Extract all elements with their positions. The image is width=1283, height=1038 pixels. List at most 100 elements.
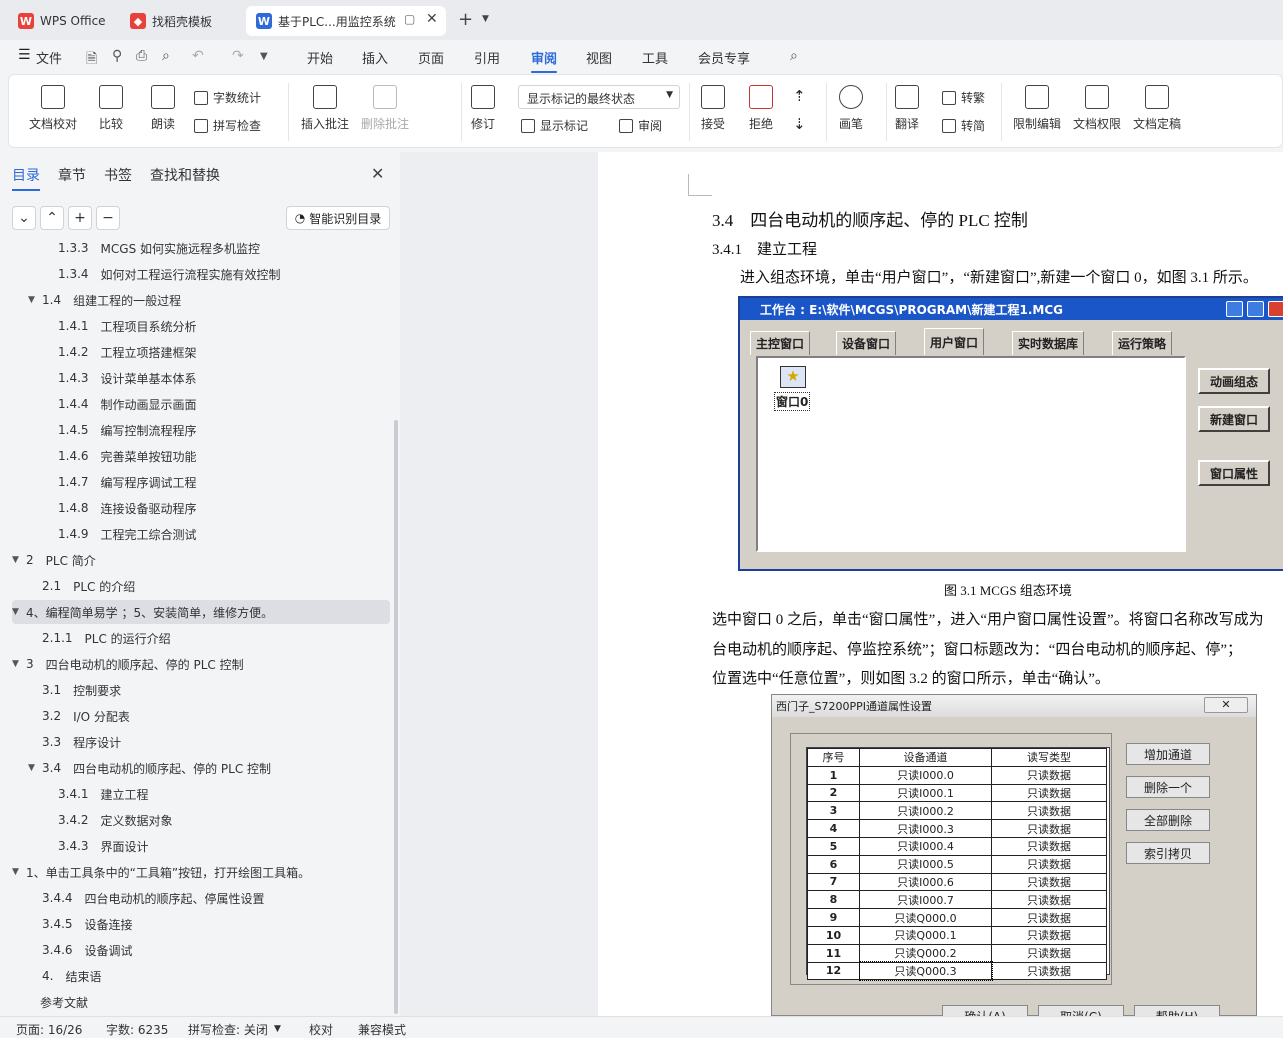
to-simplified-button[interactable]: 转简 xyxy=(942,117,985,134)
doc-finalize-button[interactable]: 文档定稿 xyxy=(1133,85,1181,132)
toc-item[interactable]: 3.3 程序设计 xyxy=(12,730,390,754)
toc-item[interactable]: 3.2 I/O 分配表 xyxy=(12,704,390,728)
toc-item[interactable]: 3.4.3 界面设计 xyxy=(12,834,390,858)
to-traditional-button[interactable]: 转繁 xyxy=(942,89,985,106)
nav-tab-toc[interactable]: 目录 xyxy=(12,165,40,191)
toc-item[interactable]: ▼ 2 PLC 简介 xyxy=(12,548,390,572)
add-heading-icon[interactable]: + xyxy=(68,206,92,230)
toc-item[interactable]: ▼ 3.4 四台电动机的顺序起、停的 PLC 控制 xyxy=(12,756,390,780)
pen-button[interactable]: 画笔 xyxy=(839,85,863,132)
toc-item[interactable]: ▼ 3 四台电动机的顺序起、停的 PLC 控制 xyxy=(12,652,390,676)
chevron-down-icon[interactable]: ▼ xyxy=(274,1024,281,1034)
toc-expand-icon[interactable]: ▼ xyxy=(12,607,26,617)
print-preview-icon[interactable]: ⌕ xyxy=(162,48,170,64)
redo-icon[interactable]: ↷ xyxy=(232,48,244,64)
toc-item[interactable]: 1.4.2 工程立项搭建框架 xyxy=(12,340,390,364)
restrict-edit-button[interactable]: 限制编辑 xyxy=(1013,85,1061,132)
smart-toc-button[interactable]: ◔ 智能识别目录 xyxy=(286,206,390,230)
menu-review[interactable]: 审阅 xyxy=(531,48,558,73)
tab-docer[interactable]: ◆ 找稻壳模板 xyxy=(120,6,240,36)
save-icon[interactable]: 🗎 xyxy=(86,48,97,72)
menu-page[interactable]: 页面 xyxy=(418,48,444,67)
toc-item[interactable]: 3.4.1 建立工程 xyxy=(12,782,390,806)
close-pane-icon[interactable]: ✕ xyxy=(371,164,384,183)
proofread-status[interactable]: 校对 xyxy=(309,1021,333,1038)
toc-item[interactable]: 4. 结束语 xyxy=(12,964,390,988)
toc-item[interactable]: 1.4.1 工程项目系统分析 xyxy=(12,314,390,338)
toc-item[interactable]: ▼ 1.4 组建工程的一般过程 xyxy=(12,288,390,312)
more-chevron-icon[interactable]: ▼ xyxy=(260,51,268,62)
insert-comment-button[interactable]: 插入批注 xyxy=(301,85,349,132)
menu-view[interactable]: 视图 xyxy=(586,48,612,67)
menu-member[interactable]: 会员专享 xyxy=(698,48,750,67)
menu-reference[interactable]: 引用 xyxy=(474,48,500,67)
chevron-down-icon[interactable]: ▼ xyxy=(482,14,489,24)
nav-tab-find-replace[interactable]: 查找和替换 xyxy=(150,165,220,185)
next-change-icon[interactable]: ⇣ xyxy=(793,115,806,133)
toc-item[interactable]: 1.4.7 编写程序调试工程 xyxy=(12,470,390,494)
toc-scrollbar[interactable] xyxy=(394,420,398,1014)
menu-insert[interactable]: 插入 xyxy=(362,48,388,67)
toc-item[interactable]: 3.4.5 设备连接 xyxy=(12,912,390,936)
hamburger-icon[interactable]: ☰ xyxy=(18,47,31,63)
search-icon[interactable]: ⌕ xyxy=(790,48,798,64)
restore-icon[interactable]: ▢ xyxy=(404,12,415,26)
nav-tab-bookmark[interactable]: 书签 xyxy=(104,165,132,185)
toc-item[interactable]: 1.3.3 MCGS 如何实施远程多机监控 xyxy=(12,236,390,260)
toc-item[interactable]: 1.4.5 编写控制流程程序 xyxy=(12,418,390,442)
toc-expand-icon[interactable]: ▼ xyxy=(12,867,26,877)
tab-document[interactable]: W 基于PLC...用监控系统 ▢ ✕ xyxy=(246,6,446,36)
tab-wps-office[interactable]: W WPS Office xyxy=(8,6,116,36)
spell-check-status[interactable]: 拼写检查: 关闭 xyxy=(188,1021,268,1038)
toc-item[interactable]: 3.4.6 设备调试 xyxy=(12,938,390,962)
word-count-button[interactable]: 字数统计 xyxy=(194,89,261,106)
collapse-icon[interactable]: ⌄ xyxy=(12,206,36,230)
toc-item[interactable]: 2.1.1 PLC 的运行介绍 xyxy=(12,626,390,650)
revise-button[interactable]: 修订 xyxy=(471,85,495,132)
undo-icon[interactable]: ↶ xyxy=(192,48,204,64)
toc-item[interactable]: 3.4.2 定义数据对象 xyxy=(12,808,390,832)
toc-item[interactable]: ▼ 1、单击工具条中的“工具箱”按钮，打开绘图工具箱。 xyxy=(12,860,390,884)
delete-comment-button[interactable]: 删除批注 xyxy=(361,85,409,132)
document-page[interactable]: 3.4 四台电动机的顺序起、停的 PLC 控制 3.4.1 建立工程 进入组态环… xyxy=(598,152,1283,1016)
read-aloud-button[interactable]: 朗读 xyxy=(151,85,175,132)
doc-permission-button[interactable]: 文档权限 xyxy=(1073,85,1121,132)
expand-up-icon[interactable]: ⌃ xyxy=(40,206,64,230)
toc-item[interactable]: 参考文献 xyxy=(12,990,390,1014)
previous-change-icon[interactable]: ⇡ xyxy=(793,87,806,105)
toc-expand-icon[interactable]: ▼ xyxy=(12,659,26,669)
toc-expand-icon[interactable]: ▼ xyxy=(28,295,42,305)
toc-item[interactable]: 1.4.9 工程完工综合测试 xyxy=(12,522,390,546)
menu-file[interactable]: 文件 xyxy=(36,48,62,67)
toc-item[interactable]: 1.4.6 完善菜单按钮功能 xyxy=(12,444,390,468)
toc-item[interactable]: 1.4.4 制作动画显示画面 xyxy=(12,392,390,416)
toc-item[interactable]: 2.1 PLC 的介绍 xyxy=(12,574,390,598)
translate-button[interactable]: 翻译 xyxy=(895,85,919,132)
accept-button[interactable]: 接受 xyxy=(701,85,725,132)
new-tab-icon[interactable]: + xyxy=(458,9,473,30)
toc-expand-icon[interactable]: ▼ xyxy=(28,763,42,773)
toc-item[interactable]: ▼ 4、编程简单易学 ；5、安装简单，维修方便。 xyxy=(12,600,390,624)
show-markup-button[interactable]: 显示标记 xyxy=(521,117,588,134)
word-count[interactable]: 字数: 6235 xyxy=(106,1021,168,1038)
toc-expand-icon[interactable]: ▼ xyxy=(12,555,26,565)
toc-item[interactable]: 1.4.3 设计菜单基本体系 xyxy=(12,366,390,390)
markup-dropdown[interactable]: 显示标记的最终状态 ▼ xyxy=(518,85,680,109)
review-pane-button[interactable]: 审阅 xyxy=(619,117,662,134)
remove-heading-icon[interactable]: − xyxy=(96,206,120,230)
toc-item[interactable]: 3.4.4 四台电动机的顺序起、停属性设置 xyxy=(12,886,390,910)
toc-item[interactable]: 3.1 控制要求 xyxy=(12,678,390,702)
compare-button[interactable]: 比较 xyxy=(99,85,123,132)
nav-tab-chapter[interactable]: 章节 xyxy=(58,165,86,185)
toc-item[interactable]: 1.4.8 连接设备驱动程序 xyxy=(12,496,390,520)
reject-button[interactable]: 拒绝 xyxy=(749,85,773,132)
close-tab-icon[interactable]: ✕ xyxy=(426,11,438,27)
doc-check-button[interactable]: 文档校对 xyxy=(29,85,77,132)
page-count[interactable]: 页面: 16/26 xyxy=(16,1021,82,1038)
link-icon[interactable]: ⚲ xyxy=(112,48,122,64)
print-icon[interactable]: ⎙ xyxy=(136,48,147,64)
spell-check-button[interactable]: 拼写检查 xyxy=(194,117,261,134)
menu-start[interactable]: 开始 xyxy=(307,48,333,67)
menu-tools[interactable]: 工具 xyxy=(642,48,668,67)
toc-item[interactable]: 1.3.4 如何对工程运行流程实施有效控制 xyxy=(12,262,390,286)
